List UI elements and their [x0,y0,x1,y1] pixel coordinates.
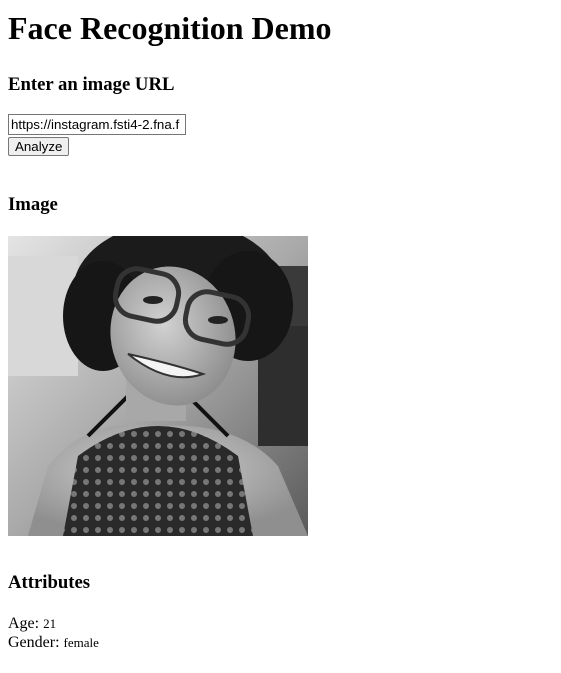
age-label: Age: [8,615,40,632]
image-url-input[interactable] [8,114,186,135]
age-value: 21 [43,616,57,631]
gender-label: Gender: [8,634,60,651]
image-heading: Image [8,194,58,215]
gender-row: Gender: female [8,633,553,652]
url-heading: Enter an image URL [8,74,175,95]
page-title: Face Recognition Demo [8,10,332,46]
photo-illustration [8,236,308,536]
analyze-button[interactable]: Analyze [8,137,70,156]
attributes-heading: Attributes [8,572,91,593]
gender-value: female [63,635,99,650]
attributes-list: Age: 21 Gender: female [8,614,553,652]
analyzed-photo [8,236,308,536]
page: Face Recognition Demo Enter an image URL… [0,0,561,660]
age-row: Age: 21 [8,614,553,633]
